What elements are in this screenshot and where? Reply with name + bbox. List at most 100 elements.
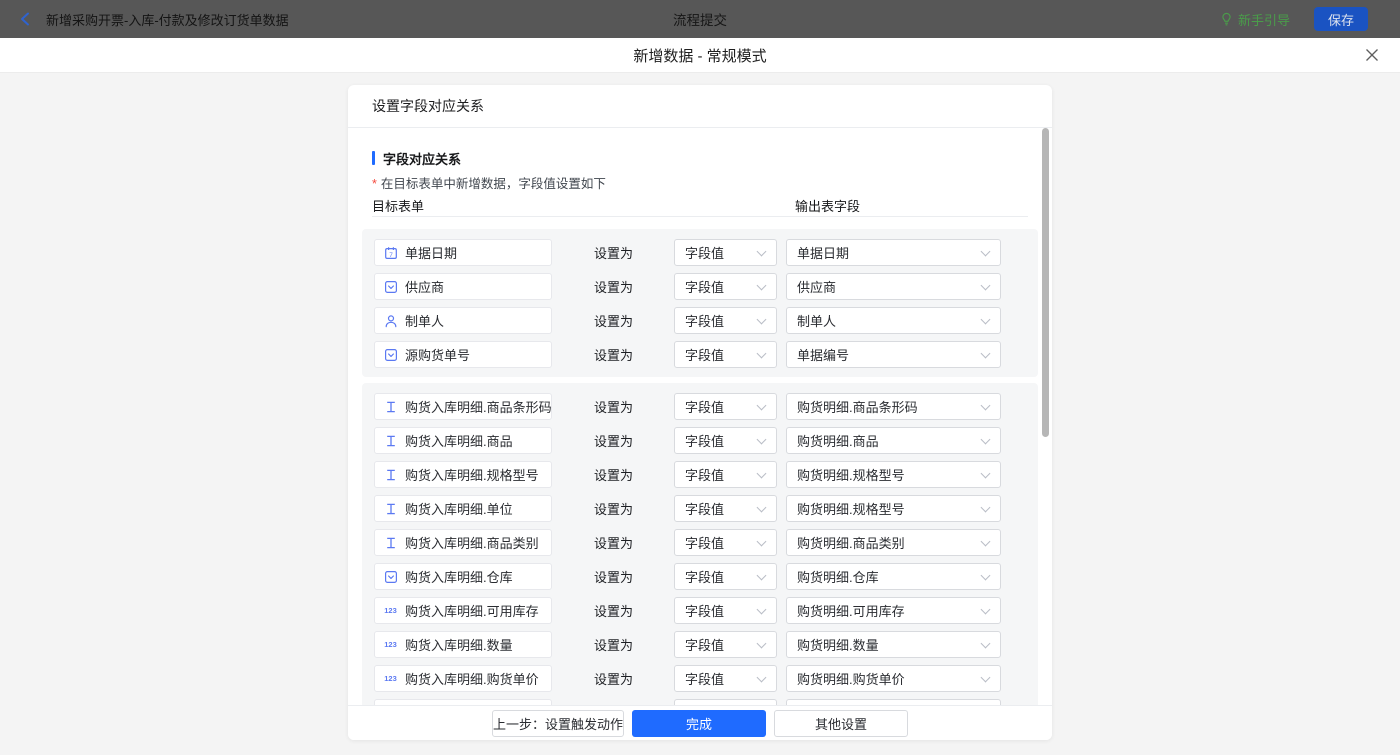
output-field-select[interactable]: 单据编号 <box>786 341 1001 368</box>
target-field-box: 购货入库明细.商品 <box>374 427 552 454</box>
value-type-select[interactable]: 字段值 <box>674 665 777 692</box>
target-field-label: 单据日期 <box>405 243 457 262</box>
output-field-select[interactable]: 购货明细.商品条形码 <box>786 393 1001 420</box>
target-field-label: 购货入库明细.商品 <box>405 431 513 450</box>
value-type-select[interactable]: 字段值 <box>674 495 777 522</box>
target-field-box: 供应商 <box>374 273 552 300</box>
topbar: 新增采购开票-入库-付款及修改订货单数据 流程提交 新手引导 保存 <box>0 0 1400 38</box>
mapping-row: 购货入库明细.仓库 设置为 字段值 购货明细.仓库 <box>374 563 1038 590</box>
output-field-select[interactable]: 制单人 <box>786 307 1001 334</box>
target-field-label: 购货入库明细.购货单价 <box>405 669 539 688</box>
column-output-fields: 输出表字段 <box>795 196 860 215</box>
number-field-icon: 123 <box>383 603 398 618</box>
output-field-selected: 购货明细.规格型号 <box>797 499 905 518</box>
set-as-label: 设置为 <box>594 345 633 364</box>
close-button[interactable] <box>1364 47 1380 63</box>
previous-step-button[interactable]: 上一步：设置触发动作 <box>492 710 624 737</box>
mapping-row: 制单人 设置为 字段值 制单人 <box>374 307 1038 334</box>
mapping-row: 购货入库明细.商品 设置为 字段值 购货明细.商品 <box>374 427 1038 454</box>
mapping-row: 购货入库明细.商品类别 设置为 字段值 购货明细.商品类别 <box>374 529 1038 556</box>
output-field-selected: 购货明细.可用库存 <box>797 601 905 620</box>
output-field-select[interactable]: 购货明细.购货单价 <box>786 665 1001 692</box>
output-field-selected: 购货明细.仓库 <box>797 567 879 586</box>
set-as-label: 设置为 <box>594 431 633 450</box>
target-field-box: 购货入库明细.单位 <box>374 495 552 522</box>
output-field-select[interactable]: 购货明细.规格型号 <box>786 461 1001 488</box>
value-type-select[interactable]: 字段值 <box>674 341 777 368</box>
output-field-select[interactable]: 购货明细.商品类别 <box>786 529 1001 556</box>
output-field-select[interactable]: 购货明细.数量 <box>786 631 1001 658</box>
output-field-select[interactable]: 购货明细.可用库存 <box>786 597 1001 624</box>
set-as-label: 设置为 <box>594 635 633 654</box>
target-field-box: 购货入库明细.规格型号 <box>374 461 552 488</box>
done-button[interactable]: 完成 <box>632 710 766 737</box>
value-type-select[interactable]: 字段值 <box>674 597 777 624</box>
value-type-selected: 字段值 <box>685 669 724 688</box>
text-field-icon <box>383 535 398 550</box>
save-button[interactable]: 保存 <box>1314 7 1368 31</box>
value-type-select[interactable]: 字段值 <box>674 631 777 658</box>
value-type-selected: 字段值 <box>685 499 724 518</box>
output-field-select[interactable]: 供应商 <box>786 273 1001 300</box>
text-field-icon <box>383 501 398 516</box>
back-button[interactable] <box>16 10 34 28</box>
other-settings-button[interactable]: 其他设置 <box>774 710 908 737</box>
output-field-selected: 制单人 <box>797 311 836 330</box>
beginner-guide-button[interactable]: 新手引导 <box>1220 10 1290 29</box>
card-title: 设置字段对应关系 <box>348 85 1052 128</box>
target-field-label: 购货入库明细.商品条形码 <box>405 397 552 416</box>
target-field-box: 购货入库明细.仓库 <box>374 563 552 590</box>
value-type-select[interactable]: 字段值 <box>674 393 777 420</box>
set-as-label: 设置为 <box>594 669 633 688</box>
user-field-icon <box>383 313 398 328</box>
value-type-selected: 字段值 <box>685 465 724 484</box>
target-field-box: 购货入库明细.商品类别 <box>374 529 552 556</box>
value-type-select[interactable]: 字段值 <box>674 273 777 300</box>
output-field-select[interactable]: 购货明细.商品 <box>786 427 1001 454</box>
value-type-select[interactable]: 字段值 <box>674 563 777 590</box>
target-field-box: 制单人 <box>374 307 552 334</box>
mapping-group-main: 7 单据日期 设置为 字段值 单据日期 供应商 设置为 字段值 供应商 制单人 … <box>362 229 1038 377</box>
output-field-select[interactable]: 购货明细.仓库 <box>786 563 1001 590</box>
mapping-row: 购货入库明细.规格型号 设置为 字段值 购货明细.规格型号 <box>374 461 1038 488</box>
value-type-select[interactable]: 字段值 <box>674 461 777 488</box>
set-as-label: 设置为 <box>594 465 633 484</box>
mapping-row: 源购货单号 设置为 字段值 单据编号 <box>374 341 1038 368</box>
value-type-selected: 字段值 <box>685 431 724 450</box>
value-type-select[interactable]: 字段值 <box>674 529 777 556</box>
target-field-box: 123 购货入库明细.数量 <box>374 631 552 658</box>
target-field-label: 购货入库明细.可用库存 <box>405 601 539 620</box>
close-icon <box>1365 48 1379 62</box>
target-field-box: 7 单据日期 <box>374 239 552 266</box>
section-marker <box>372 151 375 165</box>
target-field-box: 购货入库明细.商品条形码 <box>374 393 552 420</box>
target-field-box: 源购货单号 <box>374 341 552 368</box>
mapping-row: 123 购货入库明细.购货单价 设置为 字段值 购货明细.购货单价 <box>374 665 1038 692</box>
output-field-select[interactable]: 购货明细.规格型号 <box>786 495 1001 522</box>
output-field-select[interactable]: 单据日期 <box>786 239 1001 266</box>
output-field-selected: 单据日期 <box>797 243 849 262</box>
target-field-label: 供应商 <box>405 277 444 296</box>
output-field-selected: 购货明细.商品条形码 <box>797 397 918 416</box>
modal-body: 设置字段对应关系 字段对应关系 *在目标表单中新增数据，字段值设置如下 目标表单… <box>0 73 1400 755</box>
guide-label: 新手引导 <box>1238 10 1290 29</box>
value-type-select[interactable]: 字段值 <box>674 307 777 334</box>
card-body: 字段对应关系 *在目标表单中新增数据，字段值设置如下 目标表单 输出表字段 7 … <box>348 150 1052 735</box>
value-type-select[interactable]: 字段值 <box>674 239 777 266</box>
value-type-select[interactable]: 字段值 <box>674 427 777 454</box>
mapping-row: 购货入库明细.单位 设置为 字段值 购货明细.规格型号 <box>374 495 1038 522</box>
set-as-label: 设置为 <box>594 277 633 296</box>
value-type-selected: 字段值 <box>685 345 724 364</box>
value-type-selected: 字段值 <box>685 567 724 586</box>
value-type-selected: 字段值 <box>685 397 724 416</box>
card-footer: 上一步：设置触发动作 完成 其他设置 <box>348 705 1052 740</box>
set-as-label: 设置为 <box>594 243 633 262</box>
scrollbar-thumb[interactable] <box>1042 128 1049 437</box>
section-note: *在目标表单中新增数据，字段值设置如下 <box>372 173 1028 189</box>
value-type-selected: 字段值 <box>685 311 724 330</box>
text-field-icon <box>383 399 398 414</box>
target-field-label: 购货入库明细.单位 <box>405 499 513 518</box>
svg-text:7: 7 <box>389 251 393 258</box>
chevron-left-icon <box>19 12 31 26</box>
set-as-label: 设置为 <box>594 533 633 552</box>
